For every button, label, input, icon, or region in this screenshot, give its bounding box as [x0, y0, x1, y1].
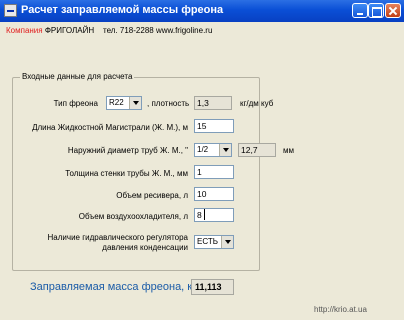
air-cooler-volume-input[interactable]: 8 [194, 208, 234, 222]
receiver-volume-input[interactable]: 10 [194, 187, 234, 201]
chevron-down-icon[interactable] [219, 144, 231, 156]
wall-thickness-label: Толщина стенки трубы Ж. М., мм [65, 169, 188, 178]
outer-diameter-label: Наружний диаметр труб Ж. М., " [67, 146, 188, 155]
density-field: 1,3 [194, 96, 232, 110]
company-phone: тел. 718-2288 [103, 26, 154, 35]
input-group-title: Входные данные для расчета [20, 72, 135, 81]
hydraulic-regulator-select[interactable]: ЕСТЬ [194, 235, 234, 249]
minimize-button[interactable] [352, 3, 368, 18]
hydraulic-regulator-label-line1: Наличие гидравлического регулятора [47, 233, 188, 242]
receiver-volume-label: Объем ресивера, л [116, 191, 188, 200]
close-button[interactable] [385, 3, 401, 18]
liquid-line-length-input[interactable]: 15 [194, 119, 234, 133]
result-value: 11,113 [191, 279, 234, 295]
freon-type-label: Тип фреона [53, 99, 98, 108]
liquid-line-length-label: Длина Жидкостной Магистрали (Ж. М.), м [32, 123, 188, 132]
freon-type-select[interactable]: R22 [106, 96, 142, 110]
freon-type-value: R22 [109, 98, 124, 107]
hydraulic-regulator-value: ЕСТЬ [197, 237, 218, 246]
result-label: Заправляемая масса фреона, кг [30, 281, 197, 293]
outer-diameter-mm-field: 12,7 [238, 143, 276, 157]
hydraulic-regulator-label-line2: давления конденсации [102, 243, 188, 252]
watermark-url: http://krio.at.ua [314, 305, 367, 314]
title-bar[interactable]: Расчет заправляемой массы фреона [0, 0, 404, 22]
company-info: Компания ФРИГОЛАЙН тел. 718-2288 www.fri… [6, 26, 212, 35]
density-unit: кг/дм куб [240, 99, 274, 108]
application-window: Расчет заправляемой массы фреона Компани… [0, 0, 404, 320]
outer-diameter-select[interactable]: 1/2 [194, 143, 232, 157]
company-website: www.frigoline.ru [155, 26, 213, 35]
wall-thickness-input[interactable]: 1 [194, 165, 234, 179]
text-cursor [204, 209, 205, 220]
outer-diameter-mm-unit: мм [283, 146, 294, 155]
company-name: ФРИГОЛАЙН [44, 26, 95, 35]
chevron-down-icon[interactable] [221, 236, 233, 248]
chevron-down-icon[interactable] [129, 97, 141, 109]
company-label: Компания [6, 26, 43, 35]
density-label: , плотность [147, 99, 190, 108]
maximize-button[interactable] [368, 3, 384, 18]
outer-diameter-value: 1/2 [197, 145, 209, 154]
app-window-icon[interactable] [4, 4, 17, 17]
air-cooler-volume-label: Объем воздухоохладителя, л [78, 212, 188, 221]
window-title: Расчет заправляемой массы фреона [21, 4, 224, 16]
